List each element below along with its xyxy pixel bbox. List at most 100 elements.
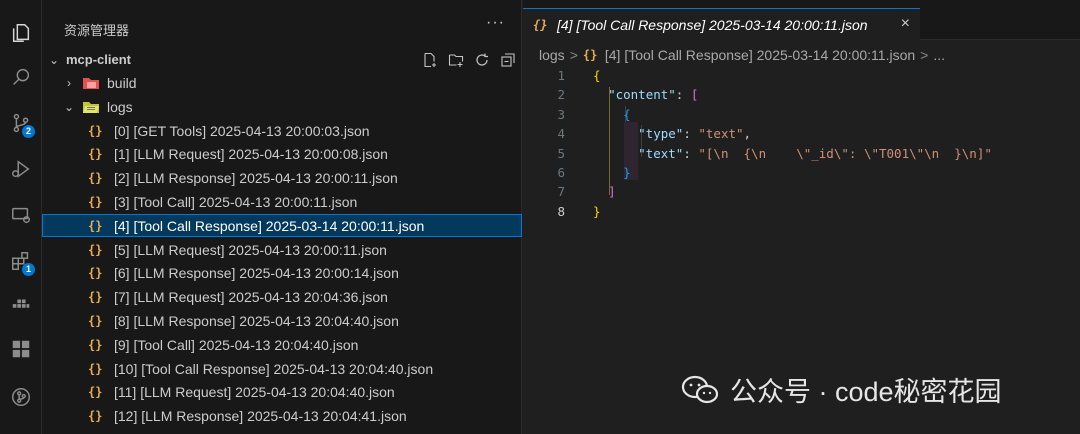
log-file-label: [1] [LLM Request] 2025-04-13 20:00:08.js… bbox=[114, 146, 388, 163]
sidebar-title: 资源管理器 bbox=[64, 23, 130, 38]
code-line: "text": "[\n {\n \"_id\": \"T001\"\n }\n… bbox=[638, 145, 992, 161]
log-file-label: [3] [Tool Call] 2025-04-13 20:00:11.json bbox=[114, 193, 358, 210]
grid-icon[interactable] bbox=[6, 334, 36, 364]
breadcrumb: logs > {} [4] [Tool Call Response] 2025-… bbox=[539, 44, 945, 66]
log-file-label: [9] [Tool Call] 2025-04-13 20:04:40.json bbox=[114, 336, 359, 353]
refresh-icon[interactable] bbox=[474, 52, 490, 68]
chevron-right-icon: › bbox=[67, 75, 71, 90]
json-key: "content" bbox=[608, 87, 676, 103]
code-view[interactable]: { "content": [ { "type": "text", "text":… bbox=[593, 66, 992, 221]
log-file-item[interactable]: {} [3] [Tool Call] 2025-04-13 20:00:11.js… bbox=[42, 190, 522, 213]
json-file-icon: {} bbox=[88, 242, 103, 257]
run-debug-icon[interactable] bbox=[6, 154, 36, 184]
tab-title: [4] [Tool Call Response] 2025-03-14 20:0… bbox=[557, 16, 868, 33]
new-folder-icon[interactable] bbox=[448, 52, 464, 68]
remote-explorer-icon[interactable] bbox=[6, 200, 36, 230]
log-file-label: [7] [LLM Request] 2025-04-13 20:04:36.js… bbox=[114, 289, 388, 306]
json-file-icon: {} bbox=[533, 17, 548, 32]
line-number: 6 bbox=[557, 164, 565, 180]
log-file-item[interactable]: {} [11] [LLM Request] 2025-04-13 20:04:40… bbox=[42, 381, 522, 404]
tree-item-logs[interactable]: ⌄ logs bbox=[42, 95, 522, 118]
breadcrumb-more[interactable]: ... bbox=[933, 47, 945, 63]
line-number: 7 bbox=[557, 184, 565, 200]
chevron-down-icon: ⌄ bbox=[63, 99, 75, 114]
json-file-icon: {} bbox=[88, 171, 103, 186]
line-number: 8 bbox=[557, 203, 565, 219]
json-file-icon: {} bbox=[88, 361, 103, 376]
json-key: "type" bbox=[638, 126, 684, 142]
log-file-item[interactable]: {} [6] [LLM Response] 2025-04-13 20:00:14… bbox=[42, 262, 522, 285]
tree-root[interactable]: ⌄ mcp-client bbox=[42, 48, 522, 71]
line-number-gutter: 1 2 3 4 5 6 7 8 bbox=[523, 66, 565, 221]
log-file-label: [11] [LLM Request] 2025-04-13 20:04:40.j… bbox=[114, 384, 395, 401]
collapse-all-icon[interactable] bbox=[500, 52, 516, 68]
tree-item-build[interactable]: › build bbox=[42, 71, 522, 94]
explorer-sidebar: 资源管理器 ··· ⌄ mcp-client › build ⌄ logs {}… bbox=[42, 0, 522, 434]
log-file-label: [0] [GET Tools] 2025-04-13 20:00:03.json bbox=[114, 122, 370, 139]
folder-logs-icon bbox=[83, 101, 99, 113]
json-file-icon: {} bbox=[582, 48, 598, 62]
json-file-icon: {} bbox=[88, 218, 103, 233]
json-file-icon: {} bbox=[88, 409, 103, 424]
line-number: 3 bbox=[557, 106, 565, 122]
code-line: } bbox=[623, 164, 631, 180]
git-graph-icon[interactable] bbox=[6, 382, 36, 412]
code-line: } bbox=[593, 203, 601, 219]
code-line: "type": "text", bbox=[638, 126, 752, 142]
json-file-icon: {} bbox=[88, 194, 103, 209]
activity-bar: 2 1 bbox=[0, 0, 42, 434]
json-file-icon: {} bbox=[88, 123, 103, 138]
json-file-icon: {} bbox=[88, 337, 103, 352]
json-string: "text" bbox=[698, 126, 744, 142]
json-file-icon: {} bbox=[88, 147, 103, 162]
code-line: { bbox=[623, 106, 631, 122]
code-line: "content": [ bbox=[608, 87, 699, 103]
search-icon[interactable] bbox=[6, 62, 36, 92]
code-line: { bbox=[593, 68, 601, 83]
line-number: 2 bbox=[557, 87, 565, 103]
log-file-label: [6] [LLM Response] 2025-04-13 20:00:14.j… bbox=[114, 265, 399, 282]
new-file-icon[interactable] bbox=[422, 52, 438, 68]
log-file-item[interactable]: {} [12] [LLM Response] 2025-04-13 20:04:4… bbox=[42, 405, 522, 428]
tree-item-label: build bbox=[107, 74, 137, 91]
json-key: "text" bbox=[638, 145, 684, 161]
breadcrumb-file[interactable]: [4] [Tool Call Response] 2025-03-14 20:0… bbox=[605, 47, 915, 63]
log-file-item[interactable]: {} [1] [LLM Request] 2025-04-13 20:00:08.… bbox=[42, 143, 522, 166]
explorer-icon[interactable] bbox=[6, 18, 36, 48]
docker-icon[interactable] bbox=[6, 290, 36, 320]
close-icon[interactable]: × bbox=[901, 15, 910, 33]
log-file-item[interactable]: {} [5] [LLM Request] 2025-04-13 20:00:11.… bbox=[42, 238, 522, 261]
chevron-down-icon: ⌄ bbox=[48, 52, 60, 67]
log-file-item[interactable]: {} [10] [Tool Call Response] 2025-04-13 2… bbox=[42, 357, 522, 380]
breadcrumb-folder[interactable]: logs bbox=[539, 47, 565, 63]
log-file-label: [5] [LLM Request] 2025-04-13 20:00:11.js… bbox=[114, 241, 387, 258]
log-file-item[interactable]: {} [4] [Tool Call Response] 2025-03-14 20… bbox=[42, 214, 522, 238]
editor-tab-active[interactable]: {} [4] [Tool Call Response] 2025-03-14 2… bbox=[523, 8, 920, 40]
extensions-icon[interactable]: 1 bbox=[6, 246, 36, 276]
json-string: "[\n {\n \"_id\": \"T001\"\n }\n]" bbox=[698, 145, 992, 161]
log-file-item[interactable]: {} [2] [LLM Response] 2025-04-13 20:00:11… bbox=[42, 167, 522, 190]
log-file-label: [4] [Tool Call Response] 2025-03-14 20:0… bbox=[114, 217, 425, 234]
wechat-icon bbox=[681, 375, 719, 403]
explorer-toolbar bbox=[422, 48, 516, 71]
log-file-item[interactable]: {} [0] [GET Tools] 2025-04-13 20:00:03.js… bbox=[42, 119, 522, 142]
watermark-text: 公众号 · code秘密花园 bbox=[730, 377, 1002, 407]
code-line: ] bbox=[608, 184, 616, 200]
source-control-icon[interactable]: 2 bbox=[6, 108, 36, 138]
log-file-label: [10] [Tool Call Response] 2025-04-13 20:… bbox=[114, 360, 434, 377]
json-file-icon: {} bbox=[88, 313, 103, 328]
log-file-item[interactable]: {} [9] [Tool Call] 2025-04-13 20:04:40.js… bbox=[42, 333, 522, 356]
more-actions-icon[interactable]: ··· bbox=[486, 14, 505, 32]
watermark: 公众号 · code秘密花园 bbox=[680, 370, 1002, 409]
line-number: 1 bbox=[557, 68, 565, 83]
folder-build-icon bbox=[83, 77, 99, 89]
log-file-item[interactable]: {} [7] [LLM Request] 2025-04-13 20:04:36.… bbox=[42, 286, 522, 309]
line-number: 4 bbox=[557, 126, 565, 142]
log-file-label: [12] [LLM Response] 2025-04-13 20:04:41.… bbox=[114, 408, 407, 425]
scm-badge: 2 bbox=[22, 125, 35, 138]
log-file-item[interactable]: {} [8] [LLM Response] 2025-04-13 20:04:40… bbox=[42, 309, 522, 332]
log-file-label: [8] [LLM Response] 2025-04-13 20:04:40.j… bbox=[114, 312, 399, 329]
breadcrumb-separator: > bbox=[569, 47, 578, 63]
breadcrumb-separator: > bbox=[920, 47, 929, 63]
line-number: 5 bbox=[557, 145, 565, 161]
